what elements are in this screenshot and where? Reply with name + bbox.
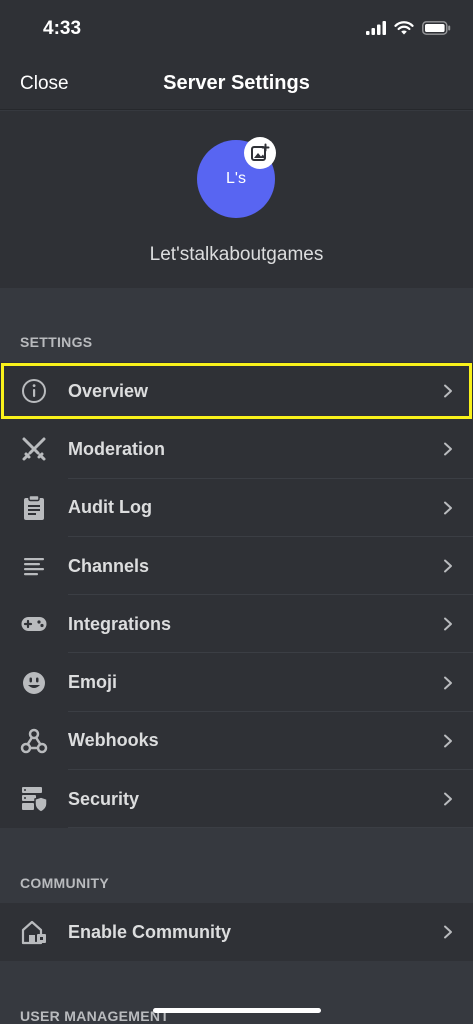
clipboard-icon [20, 494, 48, 522]
chevron-right-icon [444, 676, 452, 690]
settings-section-header: SETTINGS [20, 334, 93, 350]
security-icon [20, 785, 48, 814]
add-image-icon [251, 143, 270, 161]
home-indicator[interactable] [153, 1008, 321, 1013]
battery-icon [422, 21, 451, 35]
chevron-right-icon [444, 559, 452, 573]
community-section-header: COMMUNITY [20, 875, 110, 891]
smiley-icon [20, 669, 48, 697]
settings-item-label: Integrations [68, 613, 172, 634]
community-item-enable-community[interactable]: Enable Community [0, 903, 473, 961]
settings-item-moderation[interactable]: Moderation [0, 420, 473, 479]
wifi-icon [394, 21, 414, 35]
chevron-right-icon [444, 792, 452, 806]
chevron-right-icon [444, 734, 452, 748]
row-divider [68, 827, 473, 829]
server-info: L's Let'stalkaboutgames [0, 111, 473, 288]
settings-item-emoji[interactable]: Emoji [0, 653, 473, 712]
settings-item-label: Moderation [68, 438, 165, 459]
server-name: Let'stalkaboutgames [149, 244, 324, 265]
settings-item-label: Webhooks [68, 730, 159, 751]
community-item-label: Enable Community [68, 921, 232, 942]
cellular-signal-icon [366, 21, 386, 35]
chevron-right-icon [444, 384, 452, 398]
status-icons [366, 21, 451, 35]
gamepad-icon [20, 610, 48, 638]
status-time: 4:33 [43, 18, 82, 39]
settings-item-channels[interactable]: Channels [0, 537, 473, 596]
settings-item-label: Overview [68, 380, 149, 401]
settings-item-integrations[interactable]: Integrations [0, 595, 473, 654]
community-icon [20, 918, 48, 946]
settings-item-label: Audit Log [68, 497, 152, 518]
add-image-button[interactable] [244, 137, 276, 169]
settings-item-label: Emoji [68, 672, 118, 693]
channels-icon [20, 552, 48, 580]
settings-item-label: Security [68, 788, 140, 809]
crossed-swords-icon [20, 435, 48, 463]
chevron-right-icon [444, 501, 452, 515]
navigation-header: Close Server Settings [0, 60, 473, 110]
settings-item-security[interactable]: Security [0, 770, 473, 829]
settings-item-webhooks[interactable]: Webhooks [0, 712, 473, 771]
community-list: Enable Community [0, 903, 473, 962]
settings-item-overview[interactable]: Overview [0, 362, 473, 420]
chevron-right-icon [444, 925, 452, 939]
server-avatar-initials: L's [226, 170, 246, 187]
status-bar: 4:33 [0, 0, 473, 60]
chevron-right-icon [444, 617, 452, 631]
user-management-section-header: USER MANAGEMENT [20, 1008, 170, 1024]
webhook-icon [20, 727, 48, 755]
info-icon [20, 377, 48, 405]
page-title: Server Settings [163, 72, 310, 94]
settings-item-label: Channels [68, 555, 150, 576]
chevron-right-icon [444, 442, 452, 456]
settings-list: Overview Moderation Audit Log Channels I… [0, 362, 473, 829]
settings-item-audit-log[interactable]: Audit Log [0, 479, 473, 537]
